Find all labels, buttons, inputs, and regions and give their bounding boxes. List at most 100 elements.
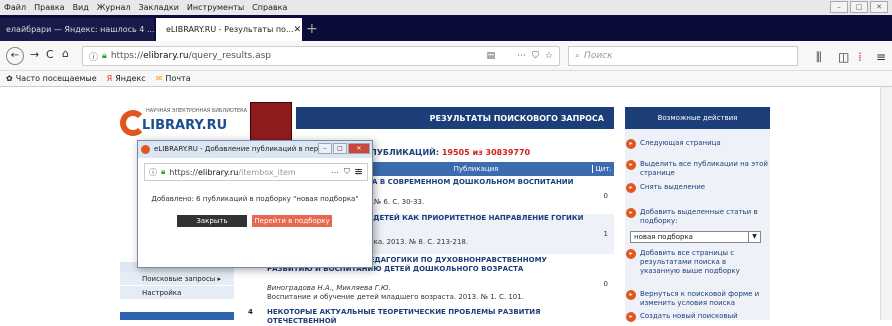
action-label: Добавить выделенные статьи в подборку:: [640, 208, 758, 225]
info-icon[interactable]: ⓘ: [89, 50, 98, 63]
row-citations: 1: [603, 230, 608, 238]
bookmark-star-icon[interactable]: ☆: [545, 51, 553, 61]
arrow-right-icon: ▸: [626, 249, 636, 259]
extension-icon[interactable]: ⁞: [858, 50, 862, 64]
action-next-page[interactable]: ▸ Следующая страница: [626, 139, 768, 149]
menu-bookmarks[interactable]: Закладки: [138, 3, 178, 12]
search-icon: ⌕: [575, 51, 581, 61]
elibrary-logo[interactable]: НАУЧНАЯ ЭЛЕКТРОННАЯ БИБЛИОТЕКА LIBRARY.R…: [120, 108, 250, 138]
results-table-header: Публикация Цит.: [360, 162, 614, 176]
arrow-right-icon: ▸: [626, 312, 636, 322]
menu-hamburger-icon[interactable]: ≡: [876, 50, 886, 64]
pocket-icon[interactable]: ⛉: [532, 51, 539, 61]
count-sep: из: [472, 148, 483, 157]
bookmark-yandex[interactable]: Яндекс: [115, 74, 145, 83]
popup-url-bar[interactable]: ⓘ 🔒︎ https://elibrary.ru/itembox_item ⋯ …: [144, 163, 368, 181]
menu-edit[interactable]: Правка: [34, 3, 64, 12]
action-deselect[interactable]: ▸ Снять выделение: [626, 183, 768, 193]
action-select-all[interactable]: ▸ Выделить все публикации на этой страниц…: [626, 160, 768, 178]
menu-view[interactable]: Вид: [73, 3, 89, 12]
bookmarks-bar: ✿ Часто посещаемые Я Яндекс ✉ Почта: [0, 71, 892, 87]
menu-tools[interactable]: Инструменты: [187, 3, 244, 12]
menu-help[interactable]: Справка: [252, 3, 287, 12]
logo-tagline: НАУЧНАЯ ЭЛЕКТРОННАЯ БИБЛИОТЕКА: [146, 108, 248, 114]
action-label: Создать новый поисковый: [640, 312, 738, 320]
maximize-button[interactable]: □: [850, 1, 868, 13]
url-path: /query_results.asp: [188, 51, 272, 61]
url-prefix: https://: [110, 51, 144, 61]
row-title[interactable]: НЕКОТОРЫЕ АКТУАЛЬНЫЕ ТЕОРЕТИЧЕСКИЕ ПРОБЛ…: [267, 308, 585, 326]
close-tab-icon[interactable]: ✕: [294, 25, 302, 35]
action-add-selected[interactable]: ▸ Добавить выделенные статьи в подборку:: [626, 208, 768, 226]
pocket-icon[interactable]: ⛉: [344, 167, 350, 177]
lock-icon: 🔒︎: [102, 51, 107, 61]
results-header: РЕЗУЛЬТАТЫ ПОИСКОВОГО ЗАПРОСА: [296, 107, 614, 129]
reader-view-icon[interactable]: ▤: [487, 51, 496, 61]
reload-icon[interactable]: C: [46, 48, 54, 61]
arrow-right-icon: ▸: [626, 290, 636, 300]
new-tab-icon[interactable]: +: [306, 21, 318, 37]
action-label: Вернуться к поисковой форме и изменить у…: [640, 290, 760, 307]
bookmark-most-visited[interactable]: Часто посещаемые: [16, 74, 97, 83]
action-label: Снять выделение: [640, 183, 706, 191]
tab-label: елайбрари — Яндекс: нашлось 4 ...: [6, 25, 154, 34]
popup-window: eLIBRARY.RU - Добавление публикаций в пе…: [137, 140, 373, 268]
tab-elibrary[interactable]: eLIBRARY.RU - Результаты по... ✕: [156, 18, 302, 41]
navigation-bar: ← → C ⌂ ⓘ 🔒︎ https://elibrary.ru/query_r…: [0, 41, 892, 71]
sidebar-icon[interactable]: ◫: [838, 50, 849, 64]
library-icon[interactable]: ⫼: [816, 50, 822, 65]
count-total: 30839770: [485, 148, 531, 157]
elibrary-favicon-icon: [141, 145, 150, 154]
action-add-all-pages[interactable]: ▸ Добавить все страницы с результатами по…: [626, 249, 768, 276]
gear-icon: ✿: [6, 74, 13, 83]
row-source: 3. № 6. С. 30-33.: [365, 198, 425, 206]
tab-yandex[interactable]: елайбрари — Яндекс: нашлось 4 ... ✕: [0, 18, 154, 41]
row-title[interactable]: МА В СОВРЕМЕННОМ ДОШКОЛЬНОМ ВОСПИТАНИИ: [365, 178, 585, 187]
action-back-to-search[interactable]: ▸ Вернуться к поисковой форме и изменить …: [626, 290, 768, 308]
arrow-right-icon: ▸: [626, 183, 636, 193]
left-menu: Поисковые запросы ▸ Настройка: [120, 272, 234, 300]
row-source: тика. 2013. № 8. С. 213-218.: [365, 238, 469, 246]
forward-icon[interactable]: →: [30, 48, 39, 61]
collection-select[interactable]: новая подборка ▼: [630, 231, 761, 243]
yandex-icon: Я: [106, 74, 113, 83]
close-button[interactable]: Закрыть: [177, 215, 247, 227]
row-citations: 0: [603, 192, 608, 200]
count-found: 19505: [441, 148, 470, 157]
url-domain: elibrary.ru: [143, 51, 189, 61]
menu-settings[interactable]: Настройка: [120, 286, 234, 300]
actions-header: Возможные действия: [625, 107, 770, 129]
back-icon[interactable]: ←: [6, 47, 24, 65]
window-controls: – □ ✕: [830, 1, 888, 13]
url-domain: elibrary.ru: [197, 167, 239, 177]
select-value: новая подборка: [634, 233, 693, 241]
go-to-collection-button[interactable]: Перейти в подборку: [252, 215, 332, 227]
page-actions-icon[interactable]: ⋯: [331, 168, 339, 177]
col-publication: Публикация: [453, 165, 499, 173]
page-actions-icon[interactable]: ⋯: [517, 51, 526, 61]
home-icon[interactable]: ⌂: [62, 47, 69, 60]
menu-hamburger-icon[interactable]: ≡: [354, 165, 363, 178]
bookmark-mail[interactable]: Почта: [165, 74, 190, 83]
arrow-right-icon: ▸: [626, 139, 636, 149]
tab-label: eLIBRARY.RU - Результаты по...: [166, 25, 294, 34]
search-input[interactable]: ⌕ Поиск: [568, 46, 798, 66]
popup-close-button[interactable]: ✕: [348, 143, 370, 154]
action-label: Выделить все публикации на этой странице: [640, 160, 768, 177]
url-bar[interactable]: ⓘ 🔒︎ https://elibrary.ru/query_results.a…: [82, 46, 560, 66]
menu-history[interactable]: Журнал: [97, 3, 131, 12]
book-cover-image: [250, 102, 292, 144]
mail-icon: ✉: [155, 74, 163, 83]
popup-minimize-button[interactable]: –: [318, 143, 332, 154]
row-title[interactable]: Й ДЕТЕЙ КАК ПРИОРИТЕТНОЕ НАПРАВЛЕНИЕ ГОГ…: [365, 214, 585, 223]
menu-search-queries[interactable]: Поисковые запросы ▸: [120, 272, 234, 286]
menu-file[interactable]: Файл: [4, 3, 26, 12]
url-path: /itembox_item: [238, 167, 296, 177]
action-label: Добавить все страницы с результатами пои…: [640, 249, 740, 275]
info-icon[interactable]: ⓘ: [149, 167, 157, 178]
minimize-button[interactable]: –: [830, 1, 848, 13]
row-authors[interactable]: Виноградова Н.А., Микляева Г.Ю.: [267, 284, 391, 292]
close-window-button[interactable]: ✕: [870, 1, 888, 13]
popup-maximize-button[interactable]: □: [333, 143, 347, 154]
page-scrollbar[interactable]: [880, 87, 892, 320]
